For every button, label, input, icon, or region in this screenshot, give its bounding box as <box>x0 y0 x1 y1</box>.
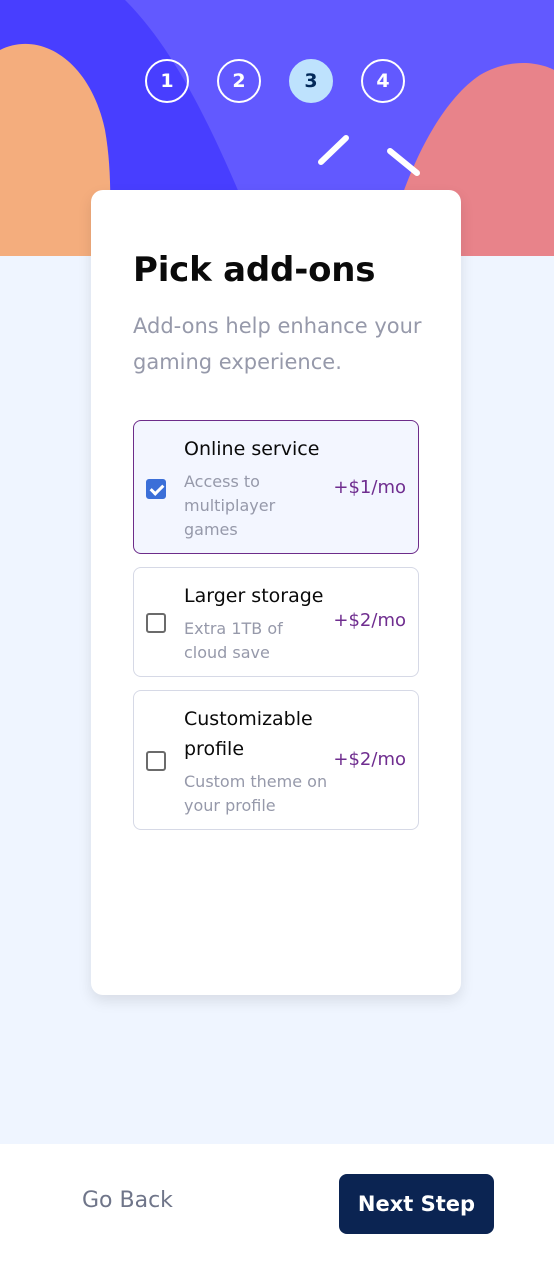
addon-name: Customizable profile <box>184 708 313 760</box>
addon-option-larger-storage[interactable]: Larger storage Extra 1TB of cloud save +… <box>133 567 419 677</box>
step-1[interactable]: 1 <box>145 59 189 103</box>
step-indicator: 1 2 3 4 <box>0 59 554 107</box>
addon-name: Online service <box>184 438 320 460</box>
step-2[interactable]: 2 <box>217 59 261 103</box>
addon-description: Extra 1TB of cloud save <box>184 619 283 662</box>
page-title: Pick add-ons <box>133 250 376 290</box>
checkbox-unchecked[interactable] <box>146 613 166 633</box>
addon-price: +$2/mo <box>333 610 406 631</box>
addon-price: +$2/mo <box>333 749 406 770</box>
go-back-link[interactable]: Go Back <box>82 1188 173 1213</box>
next-step-button[interactable]: Next Step <box>339 1174 494 1234</box>
page-subtitle: Add-ons help enhance your gaming experie… <box>133 314 422 374</box>
addon-price: +$1/mo <box>333 477 406 498</box>
addon-option-customizable-profile[interactable]: Customizable profile Custom theme on you… <box>133 690 419 830</box>
addon-description: Access to multiplayer games <box>184 472 276 539</box>
step-3[interactable]: 3 <box>289 59 333 103</box>
checkbox-checked[interactable] <box>146 479 166 499</box>
checkbox-unchecked[interactable] <box>146 751 166 771</box>
footer-bar: Go Back Next Step <box>0 1144 554 1264</box>
addon-name: Larger storage <box>184 585 324 607</box>
addons-card: Pick add-ons Add-ons help enhance your g… <box>91 190 461 995</box>
addon-description: Custom theme on your profile <box>184 772 328 815</box>
step-4[interactable]: 4 <box>361 59 405 103</box>
addon-option-online-service[interactable]: Online service Access to multiplayer gam… <box>133 420 419 554</box>
